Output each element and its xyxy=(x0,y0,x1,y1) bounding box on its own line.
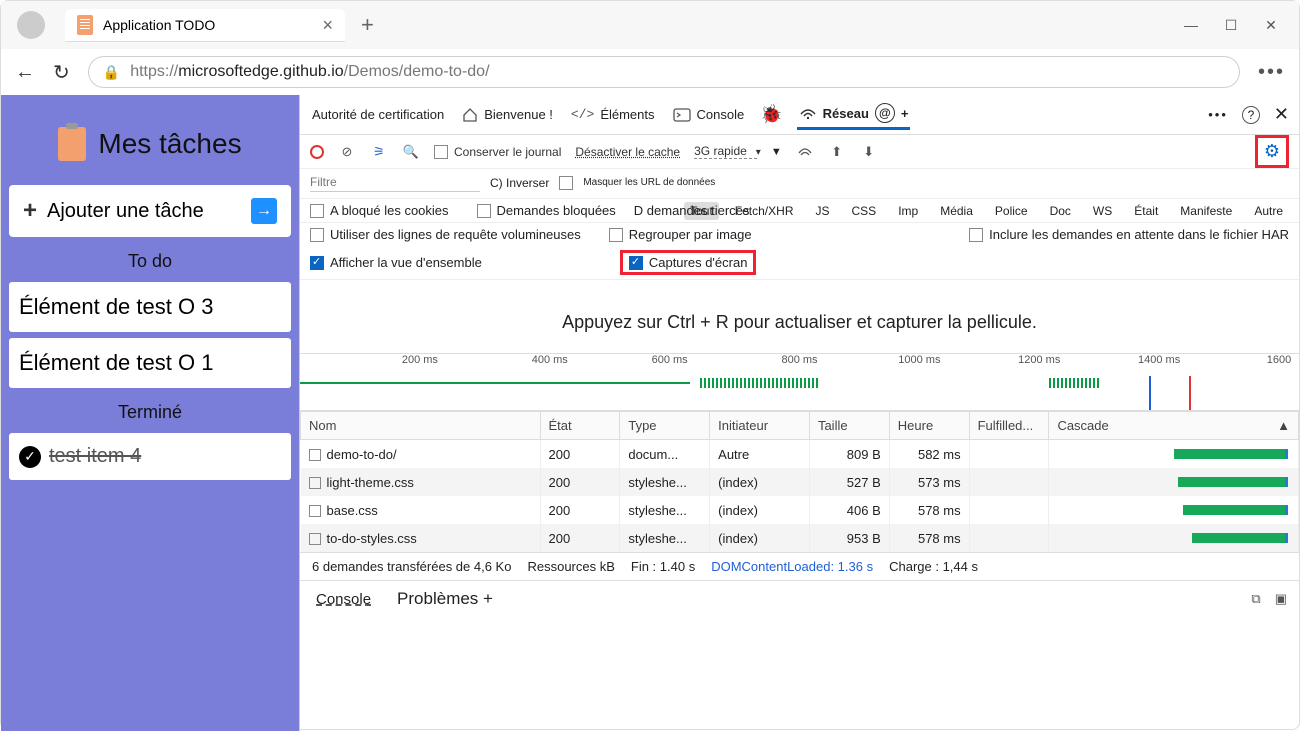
network-conditions-icon[interactable] xyxy=(796,143,814,161)
at-badge-icon: @ xyxy=(875,103,895,123)
todo-app: Mes tâches + Ajouter une tâche → To do É… xyxy=(1,95,299,731)
gear-icon[interactable]: ⚙ xyxy=(1264,141,1280,161)
drawer-console-tab[interactable]: Console xyxy=(312,589,375,610)
filter-input[interactable] xyxy=(310,173,480,192)
new-tab-button[interactable]: + xyxy=(361,12,374,38)
screenshots-checkbox[interactable] xyxy=(629,256,643,270)
screenshots-highlight: Captures d'écran xyxy=(620,250,757,275)
close-icon[interactable]: ✕ xyxy=(1263,17,1279,33)
invert-label: C) Inverser xyxy=(490,176,549,190)
filter-toggle-icon[interactable]: ⚞ xyxy=(370,143,388,161)
app-title: Mes tâches xyxy=(98,128,241,160)
preserve-log-checkbox[interactable] xyxy=(434,145,448,159)
drawer-problems-tab[interactable]: Problèmes + xyxy=(393,587,497,611)
expand-drawer-icon[interactable]: ▣ xyxy=(1275,591,1287,607)
record-button[interactable] xyxy=(310,145,324,159)
profile-avatar[interactable] xyxy=(17,11,45,39)
invert-checkbox[interactable] xyxy=(559,176,573,190)
settings-highlight: ⚙ xyxy=(1255,135,1289,168)
url-input[interactable]: 🔒 https://microsoftedge.github.io/Demos/… xyxy=(88,56,1240,88)
large-rows-checkbox[interactable] xyxy=(310,228,324,242)
console-icon xyxy=(673,108,691,122)
plus-icon: + xyxy=(23,197,37,225)
back-icon[interactable]: ← xyxy=(15,61,35,84)
drawer: Console Problèmes + ⧉ ▣ xyxy=(300,581,1299,617)
devtools-panel: Autorité de certification Bienvenue ! </… xyxy=(299,95,1299,731)
export-icon[interactable]: ⬇ xyxy=(860,143,878,161)
options-row-1: A bloqué les cookies Demandes bloquées D… xyxy=(300,199,1299,223)
tab-welcome[interactable]: Bienvenue ! xyxy=(460,103,555,127)
table-row[interactable]: light-theme.css200styleshe...(index)527 … xyxy=(301,468,1299,496)
page-favicon xyxy=(77,15,93,35)
status-bar: 6 demandes transférées de 4,6 Ko Ressour… xyxy=(300,553,1299,581)
section-done-label: Terminé xyxy=(9,394,291,427)
throttling-select[interactable]: 3G rapide▾ xyxy=(694,144,757,159)
house-icon xyxy=(462,107,478,123)
lock-icon[interactable]: 🔒 xyxy=(103,64,120,81)
refresh-icon[interactable]: ↻ xyxy=(53,60,70,85)
group-frame-checkbox[interactable] xyxy=(609,228,623,242)
titlebar: Application TODO × + — ☐ ✕ xyxy=(1,1,1299,49)
filter-bar: C) Inverser Masquer les URL de données T… xyxy=(300,169,1299,199)
dock-icon[interactable]: ⧉ xyxy=(1251,591,1260,607)
requests-table[interactable]: Nom État Type Initiateur Taille Heure Fu… xyxy=(300,411,1299,553)
tab-network[interactable]: Réseau @ + xyxy=(797,99,911,130)
maximize-icon[interactable]: ☐ xyxy=(1223,17,1239,33)
hide-data-urls[interactable]: Masquer les URL de données xyxy=(583,177,715,188)
devtools-tabs: Autorité de certification Bienvenue ! </… xyxy=(300,95,1299,135)
import-icon[interactable]: ⬆ xyxy=(828,143,846,161)
options-row-2: Utiliser des lignes de requête volumineu… xyxy=(300,223,1299,246)
url-text: https://microsoftedge.github.io/Demos/de… xyxy=(130,63,489,81)
blocked-req-checkbox[interactable] xyxy=(477,204,491,218)
address-bar: ← ↻ 🔒 https://microsoftedge.github.io/De… xyxy=(1,49,1299,95)
filmstrip-hint: Appuyez sur Ctrl + R pour actualiser et … xyxy=(300,280,1299,353)
help-icon[interactable]: ? xyxy=(1242,106,1260,124)
caret-icon[interactable]: ▼ xyxy=(771,146,782,158)
bug-icon[interactable]: 🐞 xyxy=(760,104,782,125)
tab-title: Application TODO xyxy=(103,17,312,33)
browser-menu-icon[interactable]: ••• xyxy=(1258,61,1285,84)
network-toolbar: ⊘ ⚞ 🔍 Conserver le journal Désactiver le… xyxy=(300,135,1299,169)
table-row[interactable]: to-do-styles.css200styleshe...(index)953… xyxy=(301,524,1299,552)
clear-button[interactable]: ⊘ xyxy=(338,143,356,161)
checkmark-icon: ✓ xyxy=(19,446,41,468)
table-row[interactable]: demo-to-do/200docum...Autre809 B582 ms xyxy=(301,440,1299,469)
window-controls: — ☐ ✕ xyxy=(1183,17,1291,33)
search-icon[interactable]: 🔍 xyxy=(402,143,420,161)
blocked-cookies-checkbox[interactable] xyxy=(310,204,324,218)
add-task-placeholder: Ajouter une tâche xyxy=(47,200,204,223)
tab-cert[interactable]: Autorité de certification xyxy=(310,103,446,126)
minimize-icon[interactable]: — xyxy=(1183,17,1199,33)
options-row-3: Afficher la vue d'ensemble Captures d'éc… xyxy=(300,246,1299,280)
todo-item[interactable]: Élément de test O 1 xyxy=(9,338,291,388)
tab-close-icon[interactable]: × xyxy=(322,15,333,36)
more-tools-icon[interactable]: ••• xyxy=(1208,107,1228,122)
app-header: Mes tâches xyxy=(9,103,291,179)
table-row[interactable]: base.css200styleshe...(index)406 B578 ms xyxy=(301,496,1299,524)
disable-cache-label[interactable]: Désactiver le cache xyxy=(575,145,680,159)
submit-task-button[interactable]: → xyxy=(251,198,277,224)
third-party-label: D demandes tierces xyxy=(634,203,750,218)
done-item[interactable]: ✓ test item 4 xyxy=(9,433,291,480)
close-devtools-icon[interactable]: ✕ xyxy=(1274,104,1289,125)
overview-timeline[interactable]: 200 ms 400 ms 600 ms 800 ms 1000 ms 1200… xyxy=(300,353,1299,411)
overview-checkbox[interactable] xyxy=(310,256,324,270)
table-header-row: Nom État Type Initiateur Taille Heure Fu… xyxy=(301,412,1299,440)
har-pending-checkbox[interactable] xyxy=(969,228,983,242)
todo-item[interactable]: Élément de test O 3 xyxy=(9,282,291,332)
section-todo-label: To do xyxy=(9,243,291,276)
clipboard-icon xyxy=(58,127,86,161)
wifi-icon xyxy=(799,106,817,120)
tab-console[interactable]: Console xyxy=(671,103,747,126)
add-task-row[interactable]: + Ajouter une tâche → xyxy=(9,185,291,237)
browser-tab[interactable]: Application TODO × xyxy=(65,9,345,42)
tab-elements[interactable]: </>Éléments xyxy=(569,103,657,126)
